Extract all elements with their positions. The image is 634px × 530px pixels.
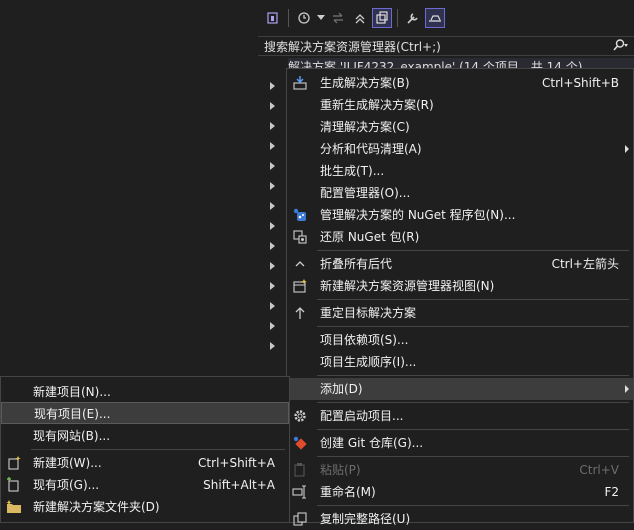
show-all-files-icon[interactable]: [372, 8, 392, 28]
expand-chevron-icon[interactable]: [270, 122, 275, 130]
expand-chevron-icon[interactable]: [270, 222, 275, 230]
expand-chevron-icon[interactable]: [270, 82, 275, 90]
menu-create-git-repo[interactable]: 创建 Git 仓库(G)...: [287, 432, 633, 454]
menu-separator: [317, 402, 629, 403]
search-icon[interactable]: [612, 38, 628, 54]
expand-chevron-icon[interactable]: [270, 282, 275, 290]
submenu-new-item[interactable]: 新建项(W)... Ctrl+Shift+A: [1, 452, 289, 474]
menu-analyze-cleanup[interactable]: 分析和代码清理(A): [287, 138, 633, 160]
paste-icon: [292, 462, 308, 478]
solution-explorer-toolbar: [258, 0, 634, 36]
copy-path-icon: [292, 511, 308, 527]
menu-new-explorer-view[interactable]: 新建解决方案资源管理器视图(N): [287, 275, 633, 297]
menu-separator: [31, 449, 285, 450]
existing-item-icon: [6, 477, 22, 493]
menu-rebuild-solution[interactable]: 重新生成解决方案(R): [287, 94, 633, 116]
menu-separator: [317, 299, 629, 300]
rename-icon: [292, 484, 308, 500]
menu-build-solution[interactable]: 生成解决方案(B) Ctrl+Shift+B: [287, 72, 633, 94]
submenu-arrow-icon: [625, 385, 629, 393]
collapse-icon: [292, 256, 308, 272]
expand-chevron-icon[interactable]: [270, 262, 275, 270]
history-icon[interactable]: [294, 8, 314, 28]
menu-retarget-solution[interactable]: 重定目标解决方案: [287, 302, 633, 324]
toolbar-separator: [288, 9, 289, 27]
toolbar-separator: [397, 9, 398, 27]
new-view-icon: [292, 278, 308, 294]
git-icon: [292, 435, 308, 451]
menu-separator: [317, 505, 629, 506]
menu-set-startup-projects[interactable]: 配置启动项目...: [287, 405, 633, 427]
menu-config-manager[interactable]: 配置管理器(O)...: [287, 182, 633, 204]
expand-chevron-icon[interactable]: [270, 302, 275, 310]
home-icon[interactable]: [263, 8, 283, 28]
add-submenu: 新建项目(N)... 现有项目(E)... 现有网站(B)... 新建项(W).…: [0, 376, 290, 523]
menu-manage-nuget[interactable]: 管理解决方案的 NuGet 程序包(N)...: [287, 204, 633, 226]
submenu-new-solution-folder[interactable]: 新建解决方案文件夹(D): [1, 496, 289, 518]
solution-context-menu: 生成解决方案(B) Ctrl+Shift+B 重新生成解决方案(R) 清理解决方…: [286, 68, 634, 526]
expand-chevron-icon[interactable]: [270, 162, 275, 170]
menu-project-build-order[interactable]: 项目生成顺序(I)...: [287, 351, 633, 373]
menu-project-dependencies[interactable]: 项目依赖项(S)...: [287, 329, 633, 351]
menu-batch-build[interactable]: 批生成(T)...: [287, 160, 633, 182]
submenu-new-project[interactable]: 新建项目(N)...: [1, 381, 289, 403]
new-item-icon: [6, 455, 22, 471]
menu-clean-solution[interactable]: 清理解决方案(C): [287, 116, 633, 138]
solution-tree: [258, 56, 288, 376]
menu-copy-full-path[interactable]: 复制完整路径(U): [287, 508, 633, 530]
properties-wrench-icon[interactable]: [403, 8, 423, 28]
restore-icon: [292, 229, 308, 245]
sync-icon[interactable]: [328, 8, 348, 28]
preview-icon[interactable]: [425, 8, 445, 28]
expand-chevron-icon[interactable]: [270, 182, 275, 190]
submenu-existing-website[interactable]: 现有网站(B)...: [1, 425, 289, 447]
menu-restore-nuget[interactable]: 还原 NuGet 包(R): [287, 226, 633, 248]
build-icon: [292, 75, 308, 91]
expand-chevron-icon[interactable]: [270, 342, 275, 350]
folder-icon: [6, 499, 22, 515]
expand-chevron-icon[interactable]: [270, 142, 275, 150]
menu-separator: [317, 250, 629, 251]
submenu-existing-project[interactable]: 现有项目(E)...: [1, 402, 289, 424]
menu-separator: [317, 375, 629, 376]
menu-paste: 粘贴(P) Ctrl+V: [287, 459, 633, 481]
expand-chevron-icon[interactable]: [270, 242, 275, 250]
menu-separator: [317, 429, 629, 430]
expand-chevron-icon[interactable]: [270, 322, 275, 330]
menu-separator: [317, 456, 629, 457]
gear-icon: [292, 408, 308, 424]
collapse-all-icon[interactable]: [350, 8, 370, 28]
menu-collapse-all[interactable]: 折叠所有后代 Ctrl+左箭头: [287, 253, 633, 275]
submenu-existing-item[interactable]: 现有项(G)... Shift+Alt+A: [1, 474, 289, 496]
menu-add[interactable]: 添加(D): [287, 378, 633, 400]
menu-separator: [317, 326, 629, 327]
search-placeholder: 搜索解决方案资源管理器(Ctrl+;): [264, 39, 441, 54]
dropdown-chevron-icon[interactable]: [316, 8, 326, 28]
expand-chevron-icon[interactable]: [270, 202, 275, 210]
menu-rename[interactable]: 重命名(M) F2: [287, 481, 633, 503]
retarget-icon: [292, 305, 308, 321]
nuget-icon: [292, 207, 308, 223]
submenu-arrow-icon: [625, 145, 629, 153]
solution-search-box[interactable]: 搜索解决方案资源管理器(Ctrl+;): [258, 36, 634, 56]
expand-chevron-icon[interactable]: [270, 102, 275, 110]
